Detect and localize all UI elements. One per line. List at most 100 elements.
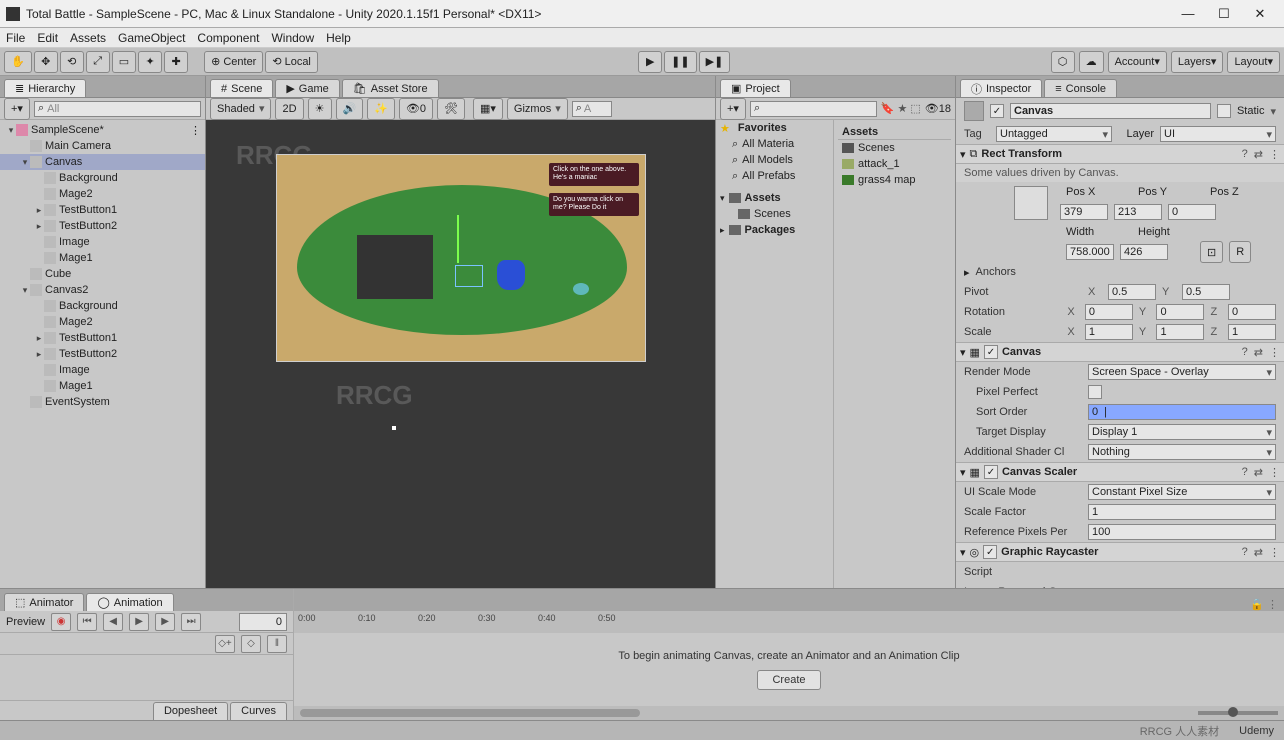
- preview-label[interactable]: Preview: [6, 616, 45, 628]
- hierarchy-item[interactable]: Mage1: [0, 250, 205, 266]
- asset-attack1[interactable]: attack_1: [838, 156, 951, 172]
- help-icon[interactable]: ?: [1242, 148, 1248, 161]
- animator-tab[interactable]: ⬚Animator: [4, 593, 84, 611]
- fav-all-models[interactable]: ⌕All Models: [716, 152, 833, 168]
- shading-mode-dropdown[interactable]: Shaded: [210, 98, 271, 120]
- scene-search[interactable]: ⌕A: [572, 101, 612, 117]
- menu-icon[interactable]: ⋮: [1269, 546, 1280, 559]
- hierarchy-item[interactable]: Background: [0, 170, 205, 186]
- help-icon[interactable]: ?: [1242, 346, 1248, 359]
- scene-camera-toggle[interactable]: 🛠: [437, 98, 465, 120]
- create-dropdown[interactable]: +▾: [4, 98, 30, 120]
- preset-icon[interactable]: ⇄: [1254, 148, 1263, 161]
- blueprint-button[interactable]: ⊡: [1200, 241, 1223, 263]
- add-event-button[interactable]: ◇: [241, 635, 261, 653]
- hierarchy-item[interactable]: Image: [0, 362, 205, 378]
- additional-shader-dropdown[interactable]: Nothing: [1088, 444, 1276, 460]
- layer-dropdown[interactable]: UI: [1160, 126, 1276, 142]
- account-dropdown[interactable]: Account ▾: [1108, 51, 1167, 73]
- grid-toggle[interactable]: ▦▾: [473, 98, 503, 120]
- anchors-label[interactable]: Anchors: [976, 266, 1094, 278]
- time-ruler[interactable]: 0:00 0:10 0:20 0:30 0:40 0:50: [294, 611, 1284, 633]
- project-create-dropdown[interactable]: +▾: [720, 98, 746, 120]
- preset-icon[interactable]: ⇄: [1254, 466, 1263, 479]
- expand-arrow-icon[interactable]: ▸: [34, 221, 44, 232]
- fav-all-materials[interactable]: ⌕All Materia: [716, 136, 833, 152]
- project-breadcrumb[interactable]: Assets: [838, 124, 951, 140]
- hierarchy-item[interactable]: ▾SampleScene*⋮: [0, 122, 205, 138]
- add-keyframe-button[interactable]: ◇+: [215, 635, 235, 653]
- help-icon[interactable]: ?: [1242, 546, 1248, 559]
- hierarchy-item[interactable]: Background: [0, 298, 205, 314]
- expand-arrow-icon[interactable]: ▾: [20, 157, 30, 168]
- canvas-enabled-checkbox[interactable]: ✓: [984, 345, 998, 359]
- menu-icon[interactable]: ⋮: [1269, 148, 1280, 161]
- expand-arrow-icon[interactable]: ▸: [34, 349, 44, 360]
- cloud-button[interactable]: ☁: [1079, 51, 1104, 73]
- audio-toggle[interactable]: 🔊: [336, 98, 364, 120]
- anchor-preset-button[interactable]: [1014, 186, 1048, 220]
- scenes-folder[interactable]: Scenes: [716, 206, 833, 222]
- hierarchy-item[interactable]: ▸TestButton2: [0, 218, 205, 234]
- hierarchy-search[interactable]: ⌕All: [34, 101, 201, 117]
- pixel-perfect-checkbox[interactable]: [1088, 385, 1102, 399]
- hierarchy-item[interactable]: ▸TestButton1: [0, 202, 205, 218]
- fav-all-prefabs[interactable]: ⌕All Prefabs: [716, 168, 833, 184]
- scale-y-input[interactable]: 1: [1156, 324, 1204, 340]
- hierarchy-item[interactable]: Mage2: [0, 186, 205, 202]
- layout-dropdown[interactable]: Layout ▾: [1227, 51, 1280, 73]
- hierarchy-item[interactable]: Mage1: [0, 378, 205, 394]
- expand-arrow-icon[interactable]: ▸: [34, 333, 44, 344]
- pivot-x-input[interactable]: 0.5: [1108, 284, 1156, 300]
- step-button[interactable]: ▶❚: [699, 51, 731, 73]
- hierarchy-tree[interactable]: ▾SampleScene*⋮Main Camera▾CanvasBackgrou…: [0, 120, 205, 588]
- tag-dropdown[interactable]: Untagged: [996, 126, 1112, 142]
- rot-x-input[interactable]: 0: [1085, 304, 1133, 320]
- move-gizmo-y[interactable]: [457, 215, 459, 263]
- hierarchy-item[interactable]: Main Camera: [0, 138, 205, 154]
- scaler-enabled-checkbox[interactable]: ✓: [984, 465, 998, 479]
- last-frame-button[interactable]: ⏭: [181, 613, 201, 631]
- curves-tab[interactable]: Curves: [230, 702, 287, 720]
- move-tool-button[interactable]: ✥: [34, 51, 58, 73]
- menu-component[interactable]: Component: [197, 31, 259, 45]
- hierarchy-item[interactable]: ▸TestButton1: [0, 330, 205, 346]
- play-button[interactable]: ▶: [638, 51, 662, 73]
- menu-help[interactable]: Help: [326, 31, 351, 45]
- maximize-button[interactable]: ☐: [1206, 2, 1242, 26]
- packages-folder[interactable]: ▸Packages: [716, 222, 833, 238]
- expand-arrow-icon[interactable]: ▾: [20, 285, 30, 296]
- menu-icon[interactable]: ⋮: [1269, 346, 1280, 359]
- width-input[interactable]: 758.000: [1066, 244, 1114, 260]
- canvas-component-header[interactable]: ▾▦ ✓ Canvas ?⇄⋮: [956, 342, 1284, 362]
- gizmos-dropdown[interactable]: Gizmos: [507, 98, 568, 120]
- assets-folder[interactable]: ▾Assets: [716, 190, 833, 206]
- hierarchy-item[interactable]: ▾Canvas: [0, 154, 205, 170]
- hierarchy-item[interactable]: ▸TestButton2: [0, 346, 205, 362]
- first-frame-button[interactable]: ⏮: [77, 613, 97, 631]
- posz-input[interactable]: 0: [1168, 204, 1216, 220]
- game-tab[interactable]: ▶Game: [275, 79, 339, 97]
- scene-tab[interactable]: #Scene: [210, 79, 273, 97]
- lighting-toggle[interactable]: ☀: [308, 98, 332, 120]
- rot-y-input[interactable]: 0: [1156, 304, 1204, 320]
- expand-arrow-icon[interactable]: ▸: [34, 205, 44, 216]
- hierarchy-item[interactable]: ▾Canvas2: [0, 282, 205, 298]
- project-asset-list[interactable]: Assets Scenes attack_1 grass4 map: [834, 120, 955, 588]
- active-checkbox[interactable]: ✓: [990, 104, 1004, 118]
- scale-z-input[interactable]: 1: [1228, 324, 1276, 340]
- collab-button[interactable]: ⬡: [1051, 51, 1075, 73]
- minimize-button[interactable]: —: [1170, 2, 1206, 26]
- rect-transform-header[interactable]: ▾⧉ Rect Transform ?⇄⋮: [956, 144, 1284, 164]
- zoom-slider[interactable]: [1198, 711, 1278, 715]
- object-name-input[interactable]: Canvas: [1010, 103, 1211, 119]
- play-anim-button[interactable]: ▶: [129, 613, 149, 631]
- scene-view[interactable]: RRCG RRCG Click on the one above. He's a…: [206, 120, 715, 588]
- pivot-mode-button[interactable]: ⊕Center: [204, 51, 263, 73]
- hierarchy-item[interactable]: Image: [0, 234, 205, 250]
- render-mode-dropdown[interactable]: Screen Space - Overlay: [1088, 364, 1276, 380]
- custom-tool-button[interactable]: ✚: [164, 51, 188, 73]
- hierarchy-tab[interactable]: ≣Hierarchy: [4, 79, 86, 97]
- hand-tool-button[interactable]: ✋: [4, 51, 32, 73]
- frame-input[interactable]: 0: [239, 613, 287, 631]
